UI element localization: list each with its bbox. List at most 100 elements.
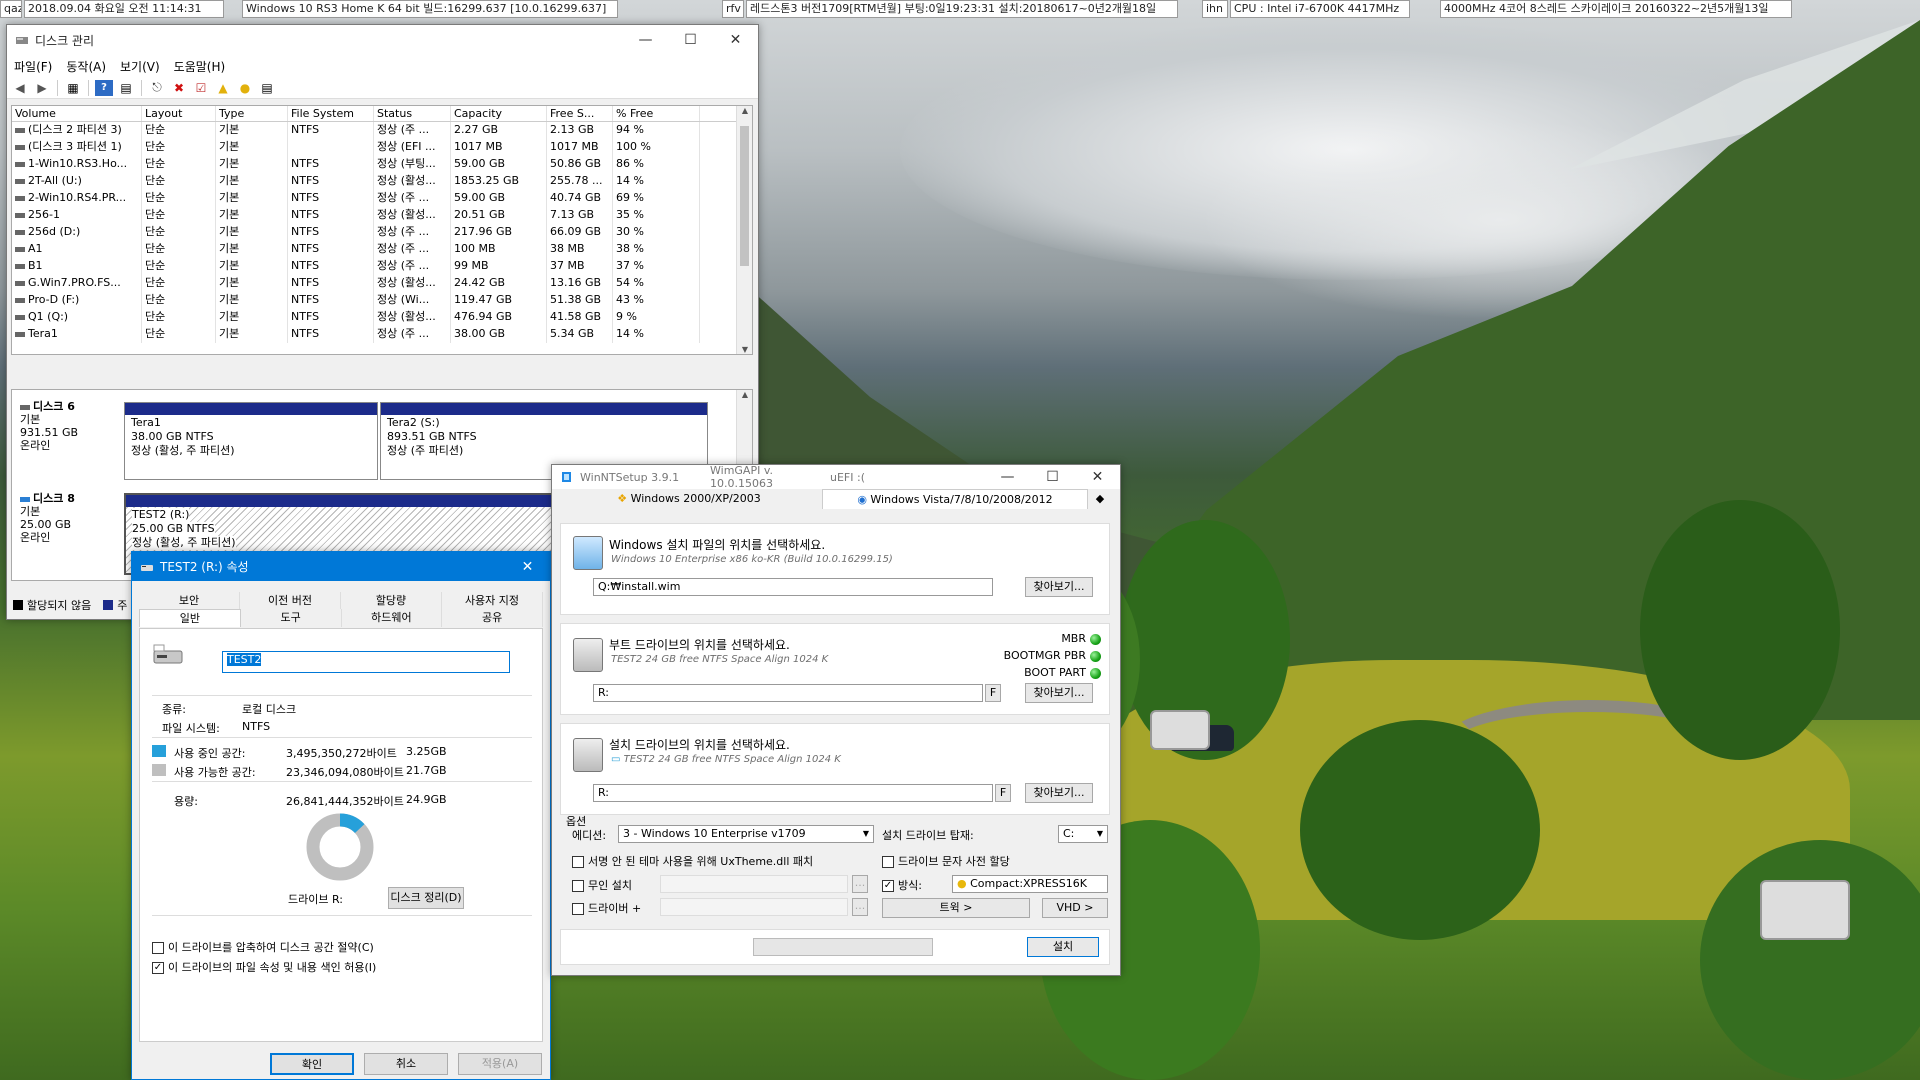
tweaks-button[interactable]: 트윅 > [882,898,1030,918]
compress-checkbox[interactable] [152,942,164,954]
wnt-close-icon[interactable]: ✕ [1075,469,1120,485]
properties-icon[interactable]: ▤ [117,80,135,96]
wnt-maximize-icon[interactable]: ☐ [1030,469,1075,485]
disk-management-titlebar[interactable]: 디스크 관리 — ☐ ✕ [7,25,758,55]
uxtheme-checkbox-row[interactable]: 서명 안 된 테마 사용을 위해 UxTheme.dll 패치 [572,853,813,869]
scrollbar-thumb[interactable] [740,126,749,266]
source-path-input[interactable]: Q:₩install.wim [593,578,993,596]
winntsetup-titlebar[interactable]: WinNTSetup 3.9.1 WimGAPI v. 10.0.15063 u… [552,464,1120,490]
unattended-path-input[interactable] [660,875,848,893]
tab-windows-vista[interactable]: ◉ Windows Vista/7/8/10/2008/2012 [822,489,1088,509]
menu-file[interactable]: 파일(F) [7,58,59,75]
checklist-icon[interactable]: ☑ [192,80,210,96]
table-row[interactable]: 256d (D:) 단순 기본 NTFS 정상 (주 ... 217.96 GB 66.09… [12,224,752,241]
help-icon[interactable]: ? [95,79,113,96]
compress-checkbox-row[interactable]: 이 드라이브를 압축하여 디스크 공간 절약(C) [152,939,374,955]
install-browse-button[interactable]: 찾아보기... [1025,783,1093,803]
volume-list-scrollbar[interactable]: ▲ ▼ [736,106,752,354]
col-type[interactable]: Type [216,106,288,121]
menu-view[interactable]: 보기(V) [113,58,167,75]
table-row[interactable]: 256-1 단순 기본 NTFS 정상 (활성... 20.51 GB 7.13 GB 35 … [12,207,752,224]
table-row[interactable]: G.Win7.PRO.FS... 단순 기본 NTFS 정상 (활성... 24.42 G… [12,275,752,292]
back-arrow-icon[interactable]: ◀ [11,80,29,96]
settings-diamond-icon[interactable]: ◆ [1088,489,1112,509]
close-icon[interactable]: ✕ [713,32,758,48]
ok-button[interactable]: 확인 [270,1053,354,1075]
volume-name-input[interactable]: TEST2 [222,651,510,673]
boot-format-button[interactable]: F [985,684,1001,702]
col-filesystem[interactable]: File System [288,106,374,121]
uxtheme-checkbox[interactable] [572,856,584,868]
edition-select[interactable]: 3 - Windows 10 Enterprise v1709 ▼ [618,825,874,843]
col-status[interactable]: Status [374,106,451,121]
tab-previous-versions[interactable]: 이전 버전 [240,592,341,609]
menu-action[interactable]: 동작(A) [59,58,113,75]
table-row[interactable]: (디스크 3 파티션 1) 단순 기본 정상 (EFI ... 1017 MB 1017 … [12,139,752,156]
index-checkbox-row[interactable]: ✓ 이 드라이브의 파일 속성 및 내용 색인 허용(I) [152,959,376,975]
install-path-input[interactable]: R: [593,784,993,802]
minimize-icon[interactable]: — [623,32,668,48]
tab-tools[interactable]: 도구 [241,609,342,627]
col-layout[interactable]: Layout [142,106,216,121]
tab-security[interactable]: 보안 [139,592,240,609]
table-row[interactable]: A1 단순 기본 NTFS 정상 (주 ... 100 MB 38 MB 38 % [12,241,752,258]
cancel-button[interactable]: 취소 [364,1053,448,1075]
index-checkbox[interactable]: ✓ [152,962,164,974]
unattended-browse-button[interactable]: ... [852,875,868,893]
table-row[interactable]: 2T-All (U:) 단순 기본 NTFS 정상 (활성... 1853.25 GB 25… [12,173,752,190]
connect-icon[interactable]: ⎋ [148,80,166,96]
menu-help[interactable]: 도움말(H) [167,58,233,75]
table-row[interactable]: Tera1 단순 기본 NTFS 정상 (주 ... 38.00 GB 5.34 GB 14 … [12,326,752,343]
table-row[interactable]: Pro-D (F:) 단순 기본 NTFS 정상 (Wi... 119.47 GB 51.3… [12,292,752,309]
source-browse-button[interactable]: 찾아보기... [1025,577,1093,597]
properties-titlebar[interactable]: TEST2 (R:) 속성 ✕ [132,552,550,581]
drivers-path-input[interactable] [660,898,848,916]
view-list-icon[interactable]: ▤ [258,80,276,96]
unattended-checkbox[interactable] [572,880,584,892]
col-volume[interactable]: Volume [12,106,142,121]
tab-sharing[interactable]: 공유 [442,609,543,627]
table-row[interactable]: Q1 (Q:) 단순 기본 NTFS 정상 (활성... 476.94 GB 41.58 G… [12,309,752,326]
mode-checkbox-row[interactable]: ✓ 방식: [882,877,922,893]
drivers-checkbox[interactable] [572,903,584,915]
forward-arrow-icon[interactable]: ▶ [33,80,51,96]
console-tree-icon[interactable]: ▦ [64,80,82,96]
table-row[interactable]: B1 단순 기본 NTFS 정상 (주 ... 99 MB 37 MB 37 % [12,258,752,275]
setup-button[interactable]: 설치 [1027,937,1099,957]
table-row[interactable]: (디스크 2 파티션 3) 단순 기본 NTFS 정상 (주 ... 2.27 GB 2.1… [12,122,752,139]
table-row[interactable]: 1-Win10.RS3.Ho... 단순 기본 NTFS 정상 (부팅... 59.00 … [12,156,752,173]
drivers-checkbox-row[interactable]: 드라이버 + [572,900,641,916]
disk8-label[interactable]: 디스크 8 기본 25.00 GB 온라인 [20,492,120,544]
disk-map-scroll-up-icon[interactable]: ▲ [737,390,753,399]
boot-browse-button[interactable]: 찾아보기... [1025,683,1093,703]
col-percent-free[interactable]: % Free [613,106,700,121]
disk-cleanup-button[interactable]: 디스크 정리(D) [388,887,464,909]
tab-hardware[interactable]: 하드웨어 [342,609,443,627]
apply-button[interactable]: 적용(A) [458,1053,542,1075]
delete-icon[interactable]: ✖ [170,80,188,96]
new-folder-icon[interactable]: ▲ [214,80,232,96]
mode-select[interactable]: ● Compact:XPRESS16K [952,875,1108,893]
table-row[interactable]: 2-Win10.RS4.PR... 단순 기본 NTFS 정상 (주 ... 59.00 … [12,190,752,207]
install-format-button[interactable]: F [995,784,1011,802]
mode-checkbox[interactable]: ✓ [882,880,894,892]
unattended-checkbox-row[interactable]: 무인 설치 [572,877,632,893]
col-capacity[interactable]: Capacity [451,106,547,121]
prealloc-checkbox-row[interactable]: 드라이브 문자 사전 할당 [882,853,1010,869]
tab-general[interactable]: 일반 [139,609,241,627]
search-folder-icon[interactable]: ● [236,80,254,96]
drivers-browse-button[interactable]: ... [852,898,868,916]
maximize-icon[interactable]: ☐ [668,32,713,48]
scroll-up-icon[interactable]: ▲ [737,106,752,115]
tab-customize[interactable]: 사용자 지정 [442,592,543,609]
boot-path-input[interactable]: R: [593,684,983,702]
col-free-space[interactable]: Free S... [547,106,613,121]
tab-windows-xp[interactable]: ❖ Windows 2000/XP/2003 [556,489,822,509]
properties-close-icon[interactable]: ✕ [505,559,550,575]
disk6-label[interactable]: 디스크 6 기본 931.51 GB 온라인 [20,400,120,452]
wnt-minimize-icon[interactable]: — [985,469,1030,485]
vhd-button[interactable]: VHD > [1042,898,1108,918]
tab-quota[interactable]: 할당량 [341,592,442,609]
scroll-down-icon[interactable]: ▼ [737,345,752,354]
prealloc-checkbox[interactable] [882,856,894,868]
